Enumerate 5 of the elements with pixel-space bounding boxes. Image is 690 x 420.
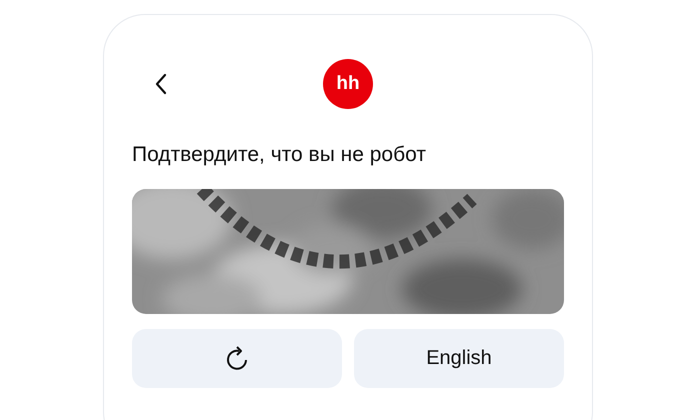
logo: hh [323, 59, 373, 109]
back-icon[interactable] [154, 73, 168, 95]
refresh-icon [225, 346, 249, 372]
page-title: Подтвердите, что вы не робот [132, 143, 427, 167]
language-button[interactable]: English [354, 329, 564, 388]
